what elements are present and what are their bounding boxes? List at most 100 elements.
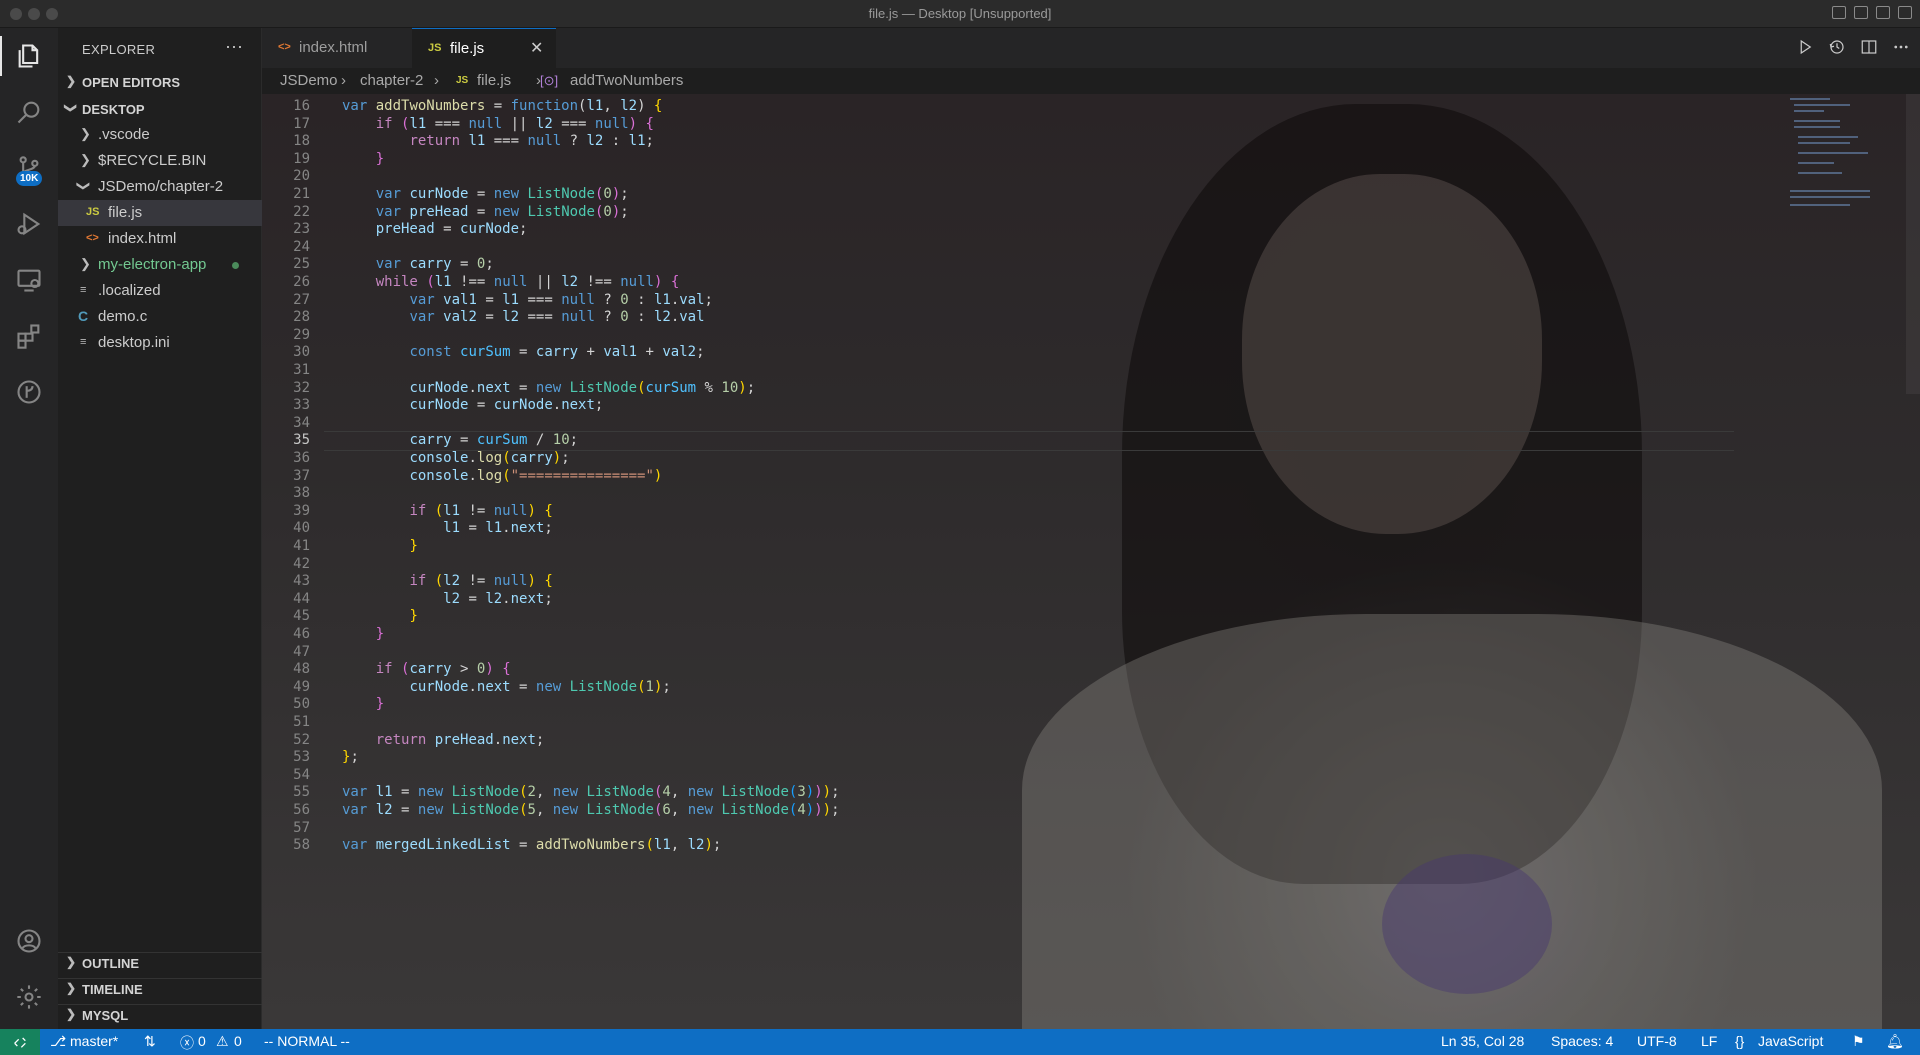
vertical-scrollbar[interactable] <box>1906 94 1920 394</box>
code-line[interactable]: var l1 = new ListNode(2, new ListNode(4,… <box>342 784 840 800</box>
code-line[interactable]: var preHead = new ListNode(0); <box>342 204 629 220</box>
code-line[interactable]: } <box>342 538 417 554</box>
code-line[interactable]: return l1 === null ? l2 : l1; <box>342 133 654 149</box>
git-graph-button[interactable] <box>0 364 58 420</box>
remote-explorer-button[interactable] <box>0 252 58 308</box>
code-line[interactable]: console.log(carry); <box>342 450 569 466</box>
code-line[interactable]: var val2 = l2 === null ? 0 : l2.val <box>342 309 704 325</box>
feedback-icon[interactable]: ⚑ <box>1852 1033 1865 1050</box>
tree-item-jsdemo-chapter-2[interactable]: ❯ JSDemo/chapter-2 <box>58 174 262 200</box>
language-mode-status[interactable]: JavaScript <box>1758 1033 1823 1049</box>
split-editor-icon[interactable] <box>1860 38 1878 56</box>
encoding-status[interactable]: UTF-8 <box>1637 1033 1677 1049</box>
code-line[interactable]: if (l2 != null) { <box>342 573 552 589</box>
tree-item-demo-c[interactable]: C demo.c <box>58 304 262 330</box>
code-line[interactable]: while (l1 !== null || l2 !== null) { <box>342 274 680 290</box>
more-actions-icon[interactable] <box>1892 38 1910 56</box>
breadcrumb-file[interactable]: file.js <box>477 72 511 89</box>
code-line[interactable]: var curNode = new ListNode(0); <box>342 186 629 202</box>
breadcrumb-root[interactable]: JSDemo <box>280 72 338 89</box>
tree-item-localized[interactable]: ≡ .localized <box>58 278 262 304</box>
line-number: 47 <box>293 643 310 660</box>
chevron-right-icon: ❯ <box>66 1007 77 1021</box>
code-line[interactable]: return preHead.next; <box>342 732 545 748</box>
warning-icon[interactable]: ⚠ <box>216 1033 229 1050</box>
code-line[interactable]: if (carry > 0) { <box>342 661 511 677</box>
tree-item-vscode[interactable]: ❯ .vscode <box>58 122 262 148</box>
editor-group: <> index.html JS file.js ✕ JSDemo › chap… <box>262 28 1920 1029</box>
timeline-section[interactable]: ❯ TIMELINE <box>58 978 262 1000</box>
tree-item-recycle-bin[interactable]: ❯ $RECYCLE.BIN <box>58 148 262 174</box>
tab-file-js[interactable]: JS file.js ✕ <box>412 28 556 68</box>
toggle-secondary-sidebar-icon[interactable] <box>1876 6 1890 19</box>
accounts-button[interactable] <box>0 913 58 969</box>
customize-layout-icon[interactable] <box>1898 6 1912 19</box>
code-line[interactable]: curNode = curNode.next; <box>342 397 603 413</box>
eol-status[interactable]: LF <box>1701 1033 1717 1049</box>
warning-count[interactable]: 0 <box>234 1033 242 1049</box>
notifications-bell-icon[interactable]: 🔔︎ <box>1886 1033 1904 1050</box>
code-line[interactable]: var l2 = new ListNode(5, new ListNode(6,… <box>342 802 840 818</box>
outline-section[interactable]: ❯ OUTLINE <box>58 952 262 974</box>
code-line[interactable]: var mergedLinkedList = addTwoNumbers(l1,… <box>342 837 721 853</box>
code-line[interactable]: curNode.next = new ListNode(curSum % 10)… <box>342 380 755 396</box>
search-button[interactable] <box>0 84 58 140</box>
line-number: 32 <box>293 379 310 396</box>
minimap[interactable] <box>1782 94 1902 214</box>
run-debug-button[interactable] <box>0 196 58 252</box>
tab-index-html[interactable]: <> index.html <box>262 28 412 68</box>
breadcrumb-folder[interactable]: chapter-2 <box>360 72 423 89</box>
code-line[interactable]: } <box>342 626 384 642</box>
files-icon <box>18 44 39 68</box>
code-editor[interactable]: 16 var addTwoNumbers = function(l1, l2) {… <box>262 94 1920 1029</box>
code-line[interactable]: l2 = l2.next; <box>342 591 553 607</box>
error-icon[interactable]: ⓧ <box>180 1033 194 1053</box>
remote-icon <box>14 1037 26 1048</box>
code-line[interactable]: } <box>342 696 384 712</box>
open-editors-section[interactable]: ❯ OPEN EDITORS <box>58 72 262 94</box>
run-icon[interactable] <box>1796 38 1814 56</box>
code-line[interactable]: carry = curSum / 10; <box>342 432 578 448</box>
toggle-panel-icon[interactable] <box>1854 6 1868 19</box>
code-line[interactable]: } <box>342 151 384 167</box>
breadcrumb-symbol[interactable]: addTwoNumbers <box>570 72 683 89</box>
indentation-status[interactable]: Spaces: 4 <box>1551 1033 1613 1049</box>
manage-button[interactable] <box>0 969 58 1025</box>
code-line[interactable]: if (l1 === null || l2 === null) { <box>342 116 654 132</box>
sync-icon[interactable]: ⇅ <box>144 1033 156 1050</box>
git-branch-status[interactable]: master* <box>70 1033 118 1049</box>
line-number: 22 <box>293 203 310 220</box>
code-line[interactable]: const curSum = carry + val1 + val2; <box>342 344 704 360</box>
extensions-button[interactable] <box>0 308 58 364</box>
line-number: 28 <box>293 309 310 326</box>
code-line[interactable]: l1 = l1.next; <box>342 520 553 536</box>
more-actions-icon[interactable]: ··· <box>225 36 243 57</box>
code-line[interactable]: }; <box>342 749 359 765</box>
desktop-section[interactable]: ❯ DESKTOP <box>58 99 262 121</box>
line-number: 35 <box>293 432 310 449</box>
code-line[interactable]: var carry = 0; <box>342 256 494 272</box>
vim-mode-status: -- NORMAL -- <box>264 1033 350 1049</box>
tree-item-my-electron-app[interactable]: ❯ my-electron-app <box>58 252 262 278</box>
tree-item-desktop-ini[interactable]: ≡ desktop.ini <box>58 330 262 356</box>
code-line[interactable]: var addTwoNumbers = function(l1, l2) { <box>342 98 662 114</box>
tree-item-file-js[interactable]: JS file.js <box>58 200 262 226</box>
code-line[interactable]: preHead = curNode; <box>342 221 528 237</box>
mysql-section[interactable]: ❯ MYSQL <box>58 1004 262 1026</box>
close-tab-icon[interactable]: ✕ <box>530 38 543 58</box>
tree-item-index-html[interactable]: <> index.html <box>58 226 262 252</box>
remote-indicator[interactable] <box>0 1029 40 1055</box>
code-line[interactable]: console.log("===============") <box>342 468 662 484</box>
git-modified-dot <box>232 262 239 269</box>
cursor-position-status[interactable]: Ln 35, Col 28 <box>1441 1033 1524 1049</box>
toggle-sidebar-icon[interactable] <box>1832 6 1846 19</box>
code-line[interactable]: var val1 = l1 === null ? 0 : l1.val; <box>342 292 713 308</box>
code-line[interactable]: } <box>342 608 417 624</box>
source-control-button[interactable] <box>0 140 58 196</box>
explorer-button[interactable] <box>0 28 58 84</box>
timeline-history-icon[interactable] <box>1828 38 1846 56</box>
code-line[interactable]: if (l1 != null) { <box>342 503 552 519</box>
html-file-icon: <> <box>278 41 291 53</box>
code-line[interactable]: curNode.next = new ListNode(1); <box>342 679 670 695</box>
error-count[interactable]: 0 <box>198 1033 206 1049</box>
